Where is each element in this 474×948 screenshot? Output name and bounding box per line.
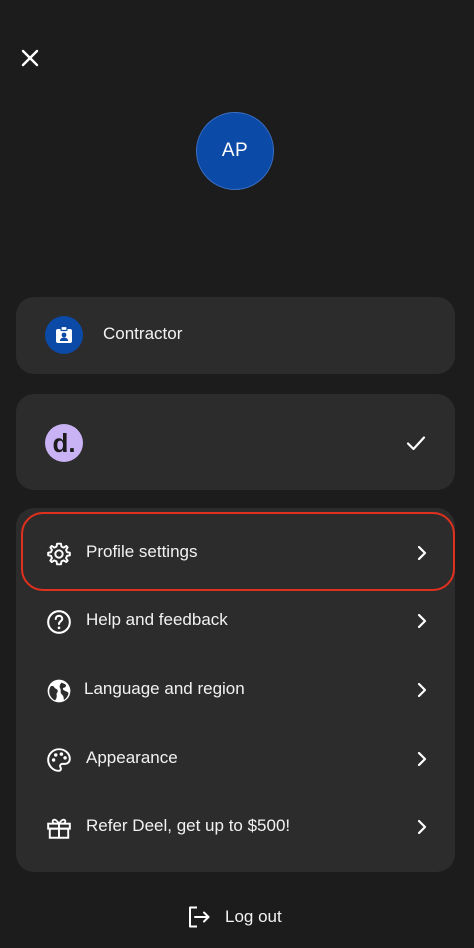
settings-menu: Profile settings Help and feedback Langu… (16, 508, 455, 872)
menu-item-label: Refer Deel, get up to $500! (86, 816, 291, 835)
globe-icon (47, 679, 71, 703)
chevron-right-icon (417, 545, 427, 561)
help-circle-icon (47, 610, 71, 634)
checkmark-icon (406, 436, 426, 451)
menu-item-refer-deel[interactable]: Refer Deel, get up to $500! (16, 796, 455, 860)
chevron-right-icon (417, 819, 427, 835)
menu-item-appearance[interactable]: Appearance (16, 728, 455, 792)
badge-icon (45, 316, 83, 354)
avatar[interactable]: AP (196, 112, 274, 190)
menu-item-label: Profile settings (86, 542, 198, 561)
chevron-right-icon (417, 613, 427, 629)
close-icon (21, 49, 39, 67)
menu-item-label: Help and feedback (86, 610, 228, 629)
close-button[interactable] (16, 44, 44, 72)
organization-card[interactable]: d. (16, 394, 455, 490)
menu-item-language-and-region[interactable]: Language and region (16, 659, 455, 723)
palette-icon (47, 748, 71, 772)
avatar-initials: AP (221, 140, 249, 161)
menu-item-profile-settings[interactable]: Profile settings (16, 522, 455, 586)
logout-button[interactable]: Log out (186, 900, 282, 934)
logout-icon (189, 906, 210, 928)
gear-icon (47, 542, 71, 566)
logout-label: Log out (225, 907, 282, 926)
role-label: Contractor (103, 324, 183, 343)
gift-icon (47, 818, 71, 839)
chevron-right-icon (417, 751, 427, 767)
deel-logo: d. (45, 424, 83, 462)
menu-item-help-and-feedback[interactable]: Help and feedback (16, 590, 455, 654)
menu-item-label: Appearance (86, 748, 178, 767)
account-menu-screen: AP Contractor d. Profile settings Help a… (0, 0, 474, 948)
menu-item-label: Language and region (84, 679, 245, 698)
role-switch-card[interactable]: Contractor (16, 297, 455, 374)
deel-logo-text: d. (52, 428, 76, 458)
chevron-right-icon (417, 682, 427, 698)
